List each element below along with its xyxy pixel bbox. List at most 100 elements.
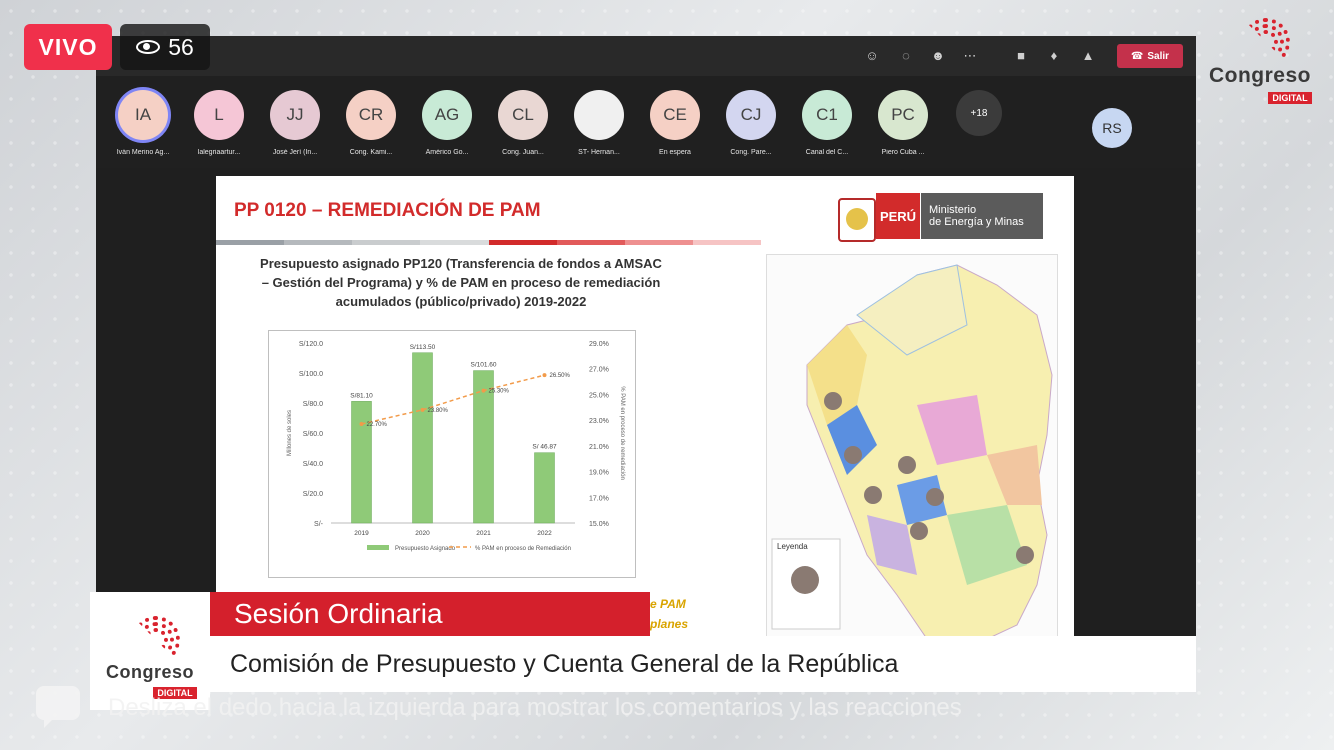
participant-name: José Jerí (In... <box>272 149 318 156</box>
participant-avatar: PC <box>878 90 928 140</box>
comments-icon[interactable] <box>36 686 80 728</box>
legend-bar-label: Presupuesto Asignado <box>395 546 456 552</box>
line-data-label: 25.30% <box>489 389 510 395</box>
participant-tile[interactable]: IA Iván Merino Ag... <box>108 90 178 156</box>
participant-tile[interactable]: PC Piero Cuba ... <box>868 90 938 156</box>
participant-tile[interactable]: ST- Hernan... <box>564 90 634 156</box>
reactions-icon[interactable]: ☻ <box>930 48 946 64</box>
y-tick-label: S/120.0 <box>299 341 323 348</box>
participant-tile[interactable]: JJ José Jerí (In... <box>260 90 330 156</box>
participant-avatar: AG <box>422 90 472 140</box>
peru-label: PERÚ <box>876 193 920 239</box>
chart-container: S/- S/20.0 S/40.0 S/60.0 S/80.0 S/100.0 S/120.… <box>268 330 636 578</box>
logo-tag: DIGITAL <box>1268 92 1312 104</box>
participant-avatar <box>574 90 624 140</box>
viewer-count-value: 56 <box>168 33 194 60</box>
ministry-line-2: de Energía y Minas <box>929 216 1024 228</box>
y2-tick-label: 23.0% <box>589 418 609 425</box>
shared-slide: PP 0120 – REMEDIACIÓN DE PAM PERÚ Minist… <box>216 176 1074 640</box>
leave-label: Salir <box>1147 50 1170 62</box>
x-tick-label: 2021 <box>476 530 491 537</box>
participant-avatar: L <box>194 90 244 140</box>
participant-tile[interactable]: Llalegriaartur... <box>184 90 254 156</box>
logo-word: Congreso <box>1208 64 1311 87</box>
bar-data-label: S/81.10 <box>350 392 373 399</box>
participant-avatar: C1 <box>802 90 852 140</box>
x-tick-label: 2022 <box>537 530 552 537</box>
y-tick-label: S/100.0 <box>299 371 323 378</box>
mic-icon[interactable]: ♦ <box>1046 48 1062 64</box>
meeting-toolbar: ☺ ◌ ☻ ⋯ ■ ♦ ▲ ☎ Salir <box>96 36 1196 76</box>
y2-axis-label: % PAM en proceso de remediación <box>619 386 625 480</box>
session-banner: Sesión Ordinaria <box>210 592 650 636</box>
participant-name: lalegriaartur... <box>197 149 241 156</box>
slide-title: PP 0120 – REMEDIACIÓN DE PAM <box>234 200 541 221</box>
legend-bar-swatch <box>367 545 389 550</box>
slide-side-text: e PAM planes <box>650 594 688 634</box>
logo-word: Congreso <box>105 662 194 682</box>
y2-tick-label: 27.0% <box>589 367 609 374</box>
line-data-label: 26.50% <box>550 373 571 379</box>
chart-title: Presupuesto asignado PP120 (Transferenci… <box>260 256 662 309</box>
chat-icon[interactable]: ◌ <box>898 48 914 64</box>
legend-marker-icon <box>791 566 819 594</box>
participant-tile[interactable]: CE En espera <box>640 90 710 156</box>
self-avatar[interactable]: RS <box>1092 108 1132 148</box>
line-data-label: 22.70% <box>367 422 388 428</box>
y2-tick-label: 29.0% <box>589 341 609 348</box>
more-participants-count: +18 <box>956 90 1002 136</box>
more-options-icon[interactable]: ⋯ <box>962 48 978 64</box>
map-legend-title: Leyenda <box>777 542 808 551</box>
more-participants[interactable]: +18 <box>944 90 1014 136</box>
participant-tile[interactable]: CJ Cong. Pare... <box>716 90 786 156</box>
participant-tile[interactable]: CR Cong. Kami... <box>336 90 406 156</box>
bar <box>351 401 372 524</box>
participant-name: En espera <box>659 149 691 156</box>
camera-icon[interactable]: ■ <box>1013 48 1029 64</box>
line-point <box>542 373 547 378</box>
commission-banner: Comisión de Presupuesto y Cuenta General… <box>210 636 1196 692</box>
participant-avatar: JJ <box>270 90 320 140</box>
title-underline <box>216 240 761 245</box>
y-tick-label: S/60.0 <box>303 431 323 438</box>
y2-tick-label: 19.0% <box>589 470 609 477</box>
side-text-1: e PAM <box>650 597 686 611</box>
y-tick-label: S/20.0 <box>303 491 323 498</box>
eye-icon <box>136 40 161 54</box>
line-point <box>420 407 425 412</box>
y-tick-label: S/80.0 <box>303 401 323 408</box>
participant-tile[interactable]: AG Américo Go... <box>412 90 482 156</box>
participant-name: ST- Hernan... <box>578 149 620 156</box>
y-tick-label: S/40.0 <box>303 461 323 468</box>
participant-avatar: CR <box>346 90 396 140</box>
y2-tick-label: 21.0% <box>589 444 609 451</box>
participant-name: Cong. Pare... <box>730 149 772 156</box>
leave-button[interactable]: ☎ Salir <box>1117 44 1183 68</box>
map-svg: Leyenda <box>767 255 1057 639</box>
congreso-logo: Congreso DIGITAL <box>1198 12 1322 122</box>
participant-strip: IA Iván Merino Ag... Llalegriaartur... JJ Jo… <box>96 76 1196 168</box>
participant-avatar: CE <box>650 90 700 140</box>
participant-name: Américo Go... <box>425 149 469 156</box>
swipe-hint: Desliza el dedo hacia la izquierda para … <box>108 694 962 721</box>
share-icon[interactable]: ▲ <box>1080 48 1096 64</box>
ministry-line-1: Ministerio <box>929 204 977 216</box>
y-tick-label: S/- <box>314 521 324 528</box>
coat-of-arms-icon <box>838 198 876 242</box>
logo-arcs-icon <box>118 610 182 664</box>
budget-chart: S/- S/20.0 S/40.0 S/60.0 S/80.0 S/100.0 S/120.… <box>287 341 625 552</box>
bar-data-label: S/101.60 <box>470 362 496 369</box>
bar-data-label: S/113.50 <box>410 344 436 351</box>
participant-tile[interactable]: C1 Canal del C... <box>792 90 862 156</box>
participant-tile[interactable]: CL Cong. Juan... <box>488 90 558 156</box>
live-badge: VIVO <box>24 24 112 70</box>
participants-icon[interactable]: ☺ <box>864 48 880 64</box>
participant-name: Piero Cuba ... <box>881 149 925 156</box>
line-series <box>361 374 545 425</box>
x-tick-label: 2019 <box>354 530 369 537</box>
y2-tick-label: 15.0% <box>589 521 609 528</box>
side-text-2: planes <box>650 617 689 631</box>
line-point <box>359 422 364 426</box>
y-axis-label: Millones de soles <box>287 410 293 456</box>
participant-avatar: CJ <box>726 90 776 140</box>
